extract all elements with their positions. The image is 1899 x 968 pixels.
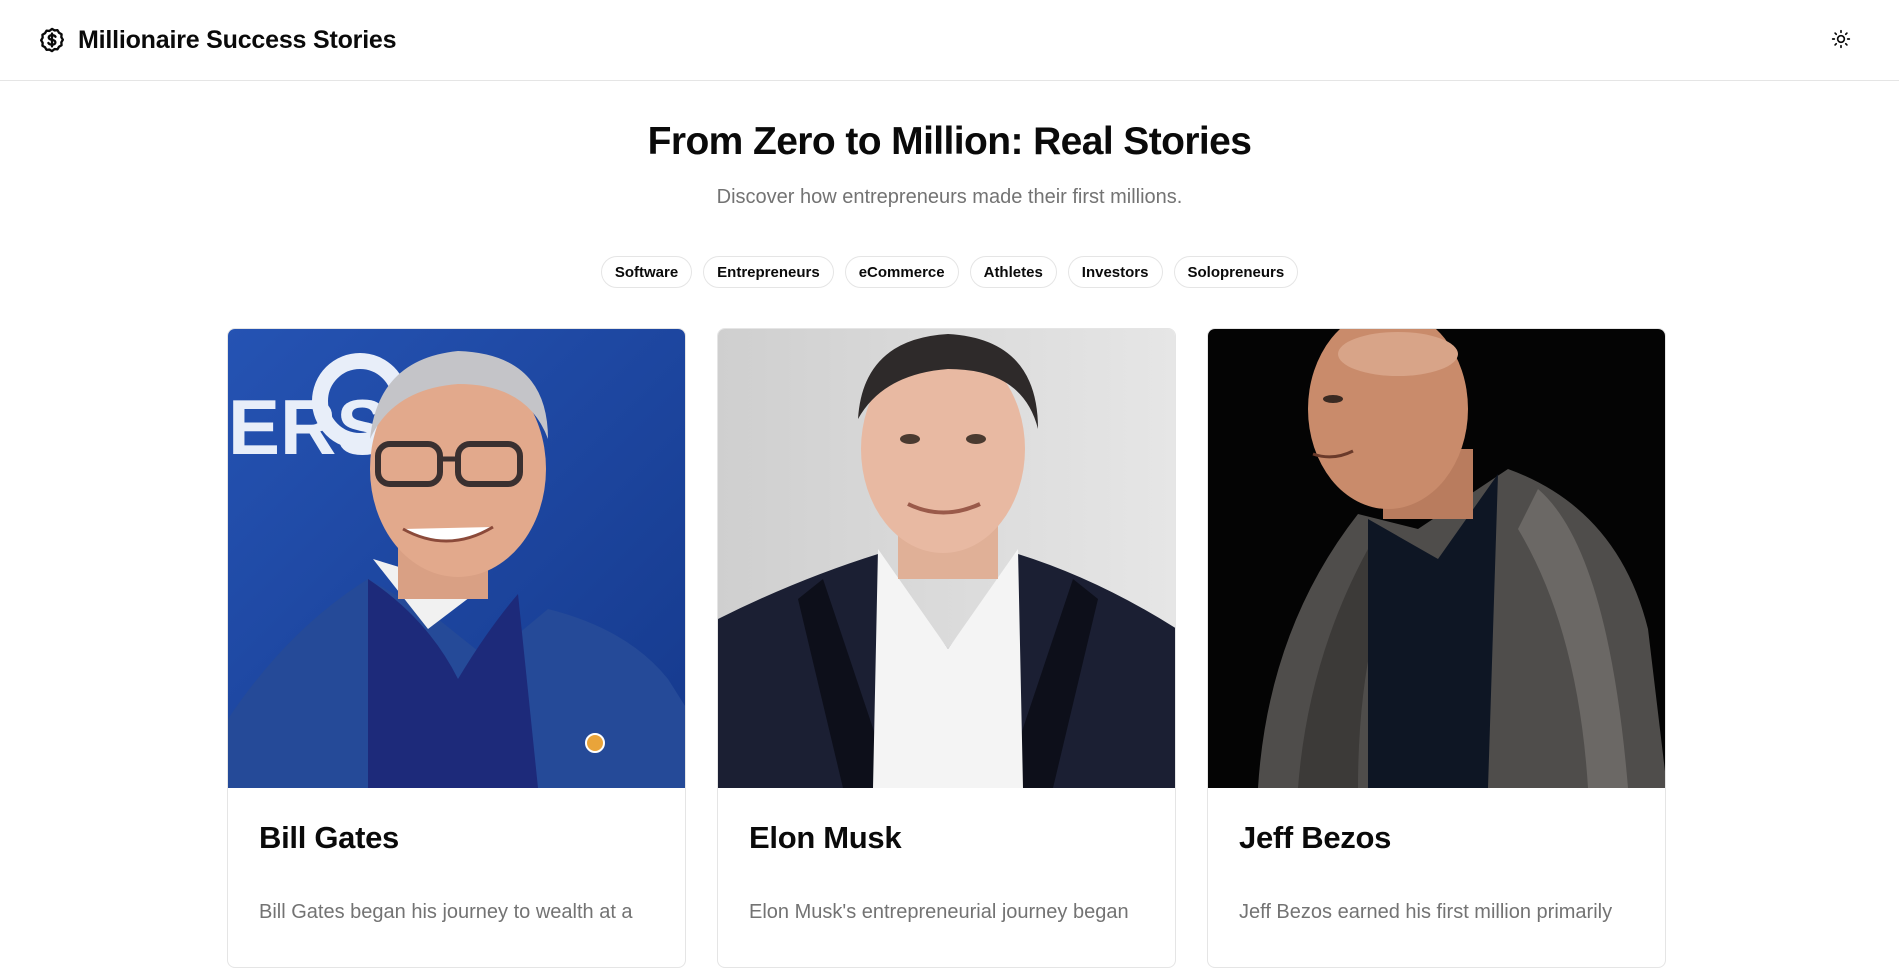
filter-solopreneurs[interactable]: Solopreneurs bbox=[1173, 256, 1299, 288]
bill-gates-photo: ERS bbox=[228, 329, 685, 788]
filter-software[interactable]: Software bbox=[600, 256, 693, 288]
top-navbar: Millionaire Success Stories bbox=[0, 0, 1899, 81]
story-card-jeff-bezos[interactable]: Jeff Bezos Jeff Bezos earned his first m… bbox=[1207, 328, 1666, 968]
jeff-bezos-photo bbox=[1208, 329, 1665, 788]
dollar-circle-icon bbox=[38, 26, 66, 54]
story-cards: ERS Bill Gates Bill Gates began his jour… bbox=[227, 328, 1666, 968]
page-title: From Zero to Million: Real Stories bbox=[647, 120, 1252, 163]
theme-toggle-button[interactable] bbox=[1821, 20, 1861, 60]
filter-athletes[interactable]: Athletes bbox=[969, 256, 1057, 288]
filter-ecommerce[interactable]: eCommerce bbox=[844, 256, 959, 288]
site-title: Millionaire Success Stories bbox=[78, 25, 397, 54]
elon-musk-photo bbox=[718, 329, 1175, 788]
card-name: Elon Musk bbox=[749, 820, 902, 855]
filter-investors[interactable]: Investors bbox=[1067, 256, 1163, 288]
hero-section: From Zero to Million: Real Stories Disco… bbox=[0, 81, 1899, 209]
page-subtitle: Discover how entrepreneurs made their fi… bbox=[716, 185, 1183, 208]
category-filters: Software Entrepreneurs eCommerce Athlete… bbox=[0, 256, 1899, 288]
card-excerpt: Bill Gates began his journey to wealth a… bbox=[259, 901, 633, 923]
card-excerpt: Jeff Bezos earned his first million prim… bbox=[1239, 901, 1613, 923]
svg-text:ERS: ERS bbox=[228, 383, 388, 471]
brand[interactable]: Millionaire Success Stories bbox=[38, 25, 397, 55]
filter-entrepreneurs[interactable]: Entrepreneurs bbox=[703, 256, 834, 288]
card-excerpt: Elon Musk's entrepreneurial journey bega… bbox=[749, 901, 1129, 923]
sun-icon bbox=[1831, 29, 1851, 52]
card-name: Jeff Bezos bbox=[1239, 820, 1392, 855]
story-card-elon-musk[interactable]: Elon Musk Elon Musk's entrepreneurial jo… bbox=[717, 328, 1176, 968]
card-name: Bill Gates bbox=[259, 820, 399, 855]
story-card-bill-gates[interactable]: ERS Bill Gates Bill Gates began his jour… bbox=[227, 328, 686, 968]
